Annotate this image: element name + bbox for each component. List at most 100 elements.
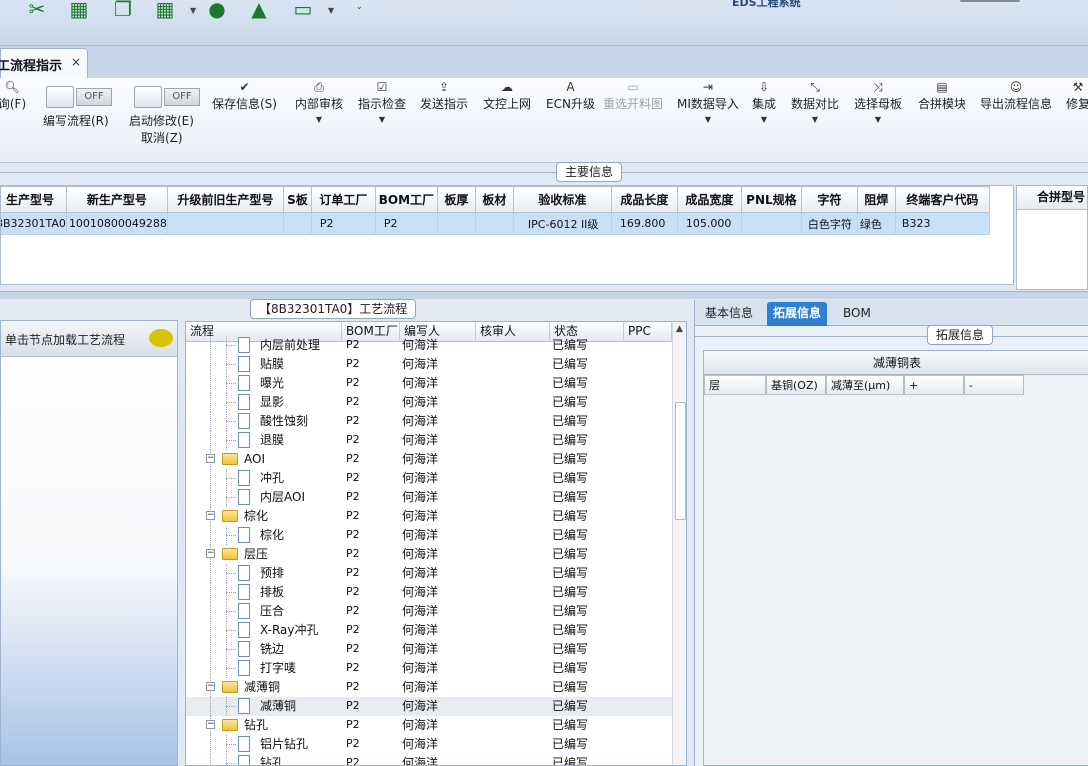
bom-factory-cell[interactable]: P2 — [346, 697, 360, 716]
writer-cell[interactable]: 何海洋 — [402, 754, 438, 765]
table-cell[interactable]: P2 — [374, 212, 438, 235]
tab-close-icon[interactable]: × — [71, 55, 81, 69]
status-cell[interactable]: 已编写 — [552, 564, 588, 583]
bom-factory-cell[interactable]: P2 — [346, 450, 360, 469]
remove-row-button[interactable]: - — [964, 375, 1024, 395]
bom-factory-cell[interactable]: P2 — [346, 716, 360, 735]
table-cell[interactable]: 169.800 — [610, 212, 678, 235]
writer-cell[interactable]: 何海洋 — [402, 431, 438, 450]
scrollbar-thumb[interactable] — [675, 402, 686, 520]
edit-flow-toggle[interactable]: OFF — [46, 86, 114, 108]
bom-factory-cell[interactable]: P2 — [346, 602, 360, 621]
column-header[interactable]: 层 — [704, 375, 766, 395]
tree-node-row[interactable]: 排板 P2 何海洋 已编写 — [186, 583, 672, 602]
user-icon[interactable]: ● — [204, 0, 230, 20]
tree-folder-row[interactable]: − 棕化 P2 何海洋 已编写 — [186, 507, 672, 526]
status-cell[interactable]: 已编写 — [552, 469, 588, 488]
column-header[interactable]: 订单工厂 — [310, 186, 376, 213]
status-cell[interactable]: 已编写 — [552, 507, 588, 526]
writer-cell[interactable]: 何海洋 — [402, 640, 438, 659]
writer-cell[interactable]: 何海洋 — [402, 659, 438, 678]
bom-factory-cell[interactable]: P2 — [346, 355, 360, 374]
cancel-button[interactable]: 取消(Z) — [141, 129, 183, 146]
tree-node-row[interactable]: 内层前处理 P2 何海洋 已编写 — [186, 336, 672, 355]
status-cell[interactable]: 已编写 — [552, 640, 588, 659]
table-cell[interactable]: 105.000 — [676, 212, 742, 235]
select-master-board-button[interactable]: ⤨ 选择母板 ▼ — [854, 78, 902, 148]
internal-review-button[interactable]: ⎙ 内部审核 ▼ — [295, 78, 343, 148]
writer-cell[interactable]: 何海洋 — [402, 355, 438, 374]
vertical-scrollbar[interactable]: ▲ — [672, 322, 686, 765]
table-cell[interactable] — [474, 212, 514, 235]
status-cell[interactable]: 已编写 — [552, 431, 588, 450]
tree-node-row[interactable]: 铣边 P2 何海洋 已编写 — [186, 640, 672, 659]
left-panel-header[interactable]: 单击节点加载工艺流程 — [1, 321, 177, 357]
add-row-button[interactable]: + — [904, 375, 964, 395]
table-cell[interactable] — [740, 212, 802, 235]
collapse-icon[interactable]: − — [206, 682, 215, 691]
status-cell[interactable]: 已编写 — [552, 716, 588, 735]
column-header[interactable]: 板材 — [474, 186, 514, 213]
merge-module-button[interactable]: ▤ 合拼模块 — [918, 78, 966, 148]
monitor-dropdown-arrow[interactable]: ▼ — [328, 6, 334, 15]
table-cell[interactable] — [282, 212, 312, 235]
doc-control-online-button[interactable]: ☁ 文控上网 — [483, 78, 531, 148]
grid-dropdown-arrow[interactable]: ▼ — [190, 6, 196, 15]
column-header[interactable]: 板厚 — [436, 186, 476, 213]
save-info-button[interactable]: ✔ 保存信息(S) — [212, 78, 277, 148]
status-cell[interactable]: 已编写 — [552, 488, 588, 507]
column-header[interactable]: 生产型号 — [1, 186, 67, 213]
column-header[interactable]: 终端客户代码 — [894, 186, 990, 213]
integrate-button[interactable]: ⇩ 集成 ▼ — [752, 78, 776, 148]
export-flow-info-button[interactable]: ☺ 导出流程信息 — [980, 78, 1052, 148]
dropdown-arrow-icon[interactable]: ▼ — [677, 112, 739, 128]
tab-bom[interactable]: BOM — [837, 302, 877, 326]
query-button[interactable]: 🔍︎ 询(F) — [0, 78, 32, 148]
tree-node-row[interactable]: 曝光 P2 何海洋 已编写 — [186, 374, 672, 393]
table-cell[interactable] — [166, 212, 284, 235]
bom-factory-cell[interactable]: P2 — [346, 431, 360, 450]
collapse-icon[interactable]: − — [206, 720, 215, 729]
bom-factory-cell[interactable]: P2 — [346, 754, 360, 765]
dropdown-arrow-icon[interactable]: ▼ — [295, 112, 343, 128]
writer-cell[interactable]: 何海洋 — [402, 716, 438, 735]
column-header[interactable]: 新生产型号 — [65, 186, 168, 213]
bom-factory-cell[interactable]: P2 — [346, 545, 360, 564]
status-cell[interactable]: 已编写 — [552, 393, 588, 412]
status-cell[interactable]: 已编写 — [552, 374, 588, 393]
tree-node-row[interactable]: 退膜 P2 何海洋 已编写 — [186, 431, 672, 450]
dropdown-arrow-icon[interactable]: ▼ — [791, 112, 839, 128]
status-cell[interactable]: 已编写 — [552, 450, 588, 469]
cut-icon[interactable]: ✂ — [24, 0, 50, 20]
tree-folder-row[interactable]: − 层压 P2 何海洋 已编写 — [186, 545, 672, 564]
writer-cell[interactable]: 何海洋 — [402, 564, 438, 583]
tree-node-row[interactable]: 冲孔 P2 何海洋 已编写 — [186, 469, 672, 488]
writer-cell[interactable]: 何海洋 — [402, 469, 438, 488]
writer-cell[interactable]: 何海洋 — [402, 621, 438, 640]
writer-cell[interactable]: 何海洋 — [402, 526, 438, 545]
start-modify-toggle[interactable]: OFF — [134, 86, 202, 108]
status-cell[interactable]: 已编写 — [552, 583, 588, 602]
collapse-icon[interactable]: − — [206, 454, 215, 463]
status-cell[interactable]: 已编写 — [552, 526, 588, 545]
column-header[interactable]: 升级前旧生产型号 — [166, 186, 284, 213]
status-cell[interactable]: 已编写 — [552, 678, 588, 697]
tree-node-row[interactable]: X-Ray冲孔 P2 何海洋 已编写 — [186, 621, 672, 640]
writer-cell[interactable]: 何海洋 — [402, 488, 438, 507]
chart-icon[interactable]: ▲ — [246, 0, 272, 20]
monitor-icon[interactable]: ▭ — [290, 0, 316, 20]
bom-factory-cell[interactable]: P2 — [346, 469, 360, 488]
status-cell[interactable]: 已编写 — [552, 412, 588, 431]
writer-cell[interactable]: 何海洋 — [402, 374, 438, 393]
ecn-upgrade-button[interactable]: A ECN升级 — [546, 78, 595, 148]
writer-cell[interactable]: 何海洋 — [402, 507, 438, 526]
status-cell[interactable]: 已编写 — [552, 697, 588, 716]
status-cell[interactable]: 已编写 — [552, 355, 588, 374]
table-cell[interactable]: 白色字符 — [800, 212, 858, 235]
bom-factory-cell[interactable]: P2 — [346, 412, 360, 431]
bom-factory-cell[interactable]: P2 — [346, 735, 360, 754]
grid-icon[interactable]: ▦ — [152, 0, 178, 20]
repair-button[interactable]: ⚒ 修复 — [1066, 78, 1088, 148]
table-cell[interactable] — [436, 212, 476, 235]
status-cell[interactable]: 已编写 — [552, 336, 588, 355]
